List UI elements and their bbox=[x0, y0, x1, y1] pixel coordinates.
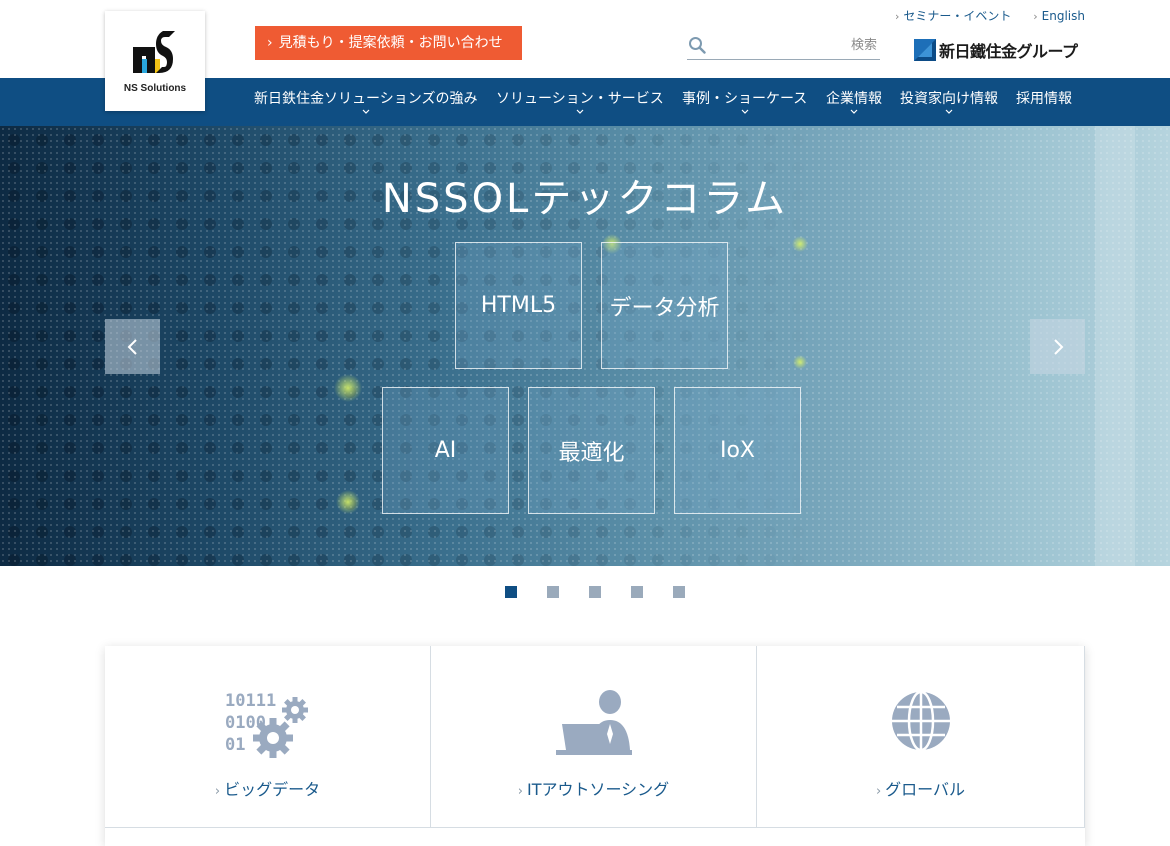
svg-text:01: 01 bbox=[225, 735, 245, 755]
english-link[interactable]: › English bbox=[1033, 9, 1085, 23]
search-icon[interactable] bbox=[688, 36, 706, 54]
nav-item-company[interactable]: 企業情報 bbox=[826, 78, 882, 126]
company-logo[interactable]: NS Solutions bbox=[105, 11, 205, 111]
hero-title: NSSOLテックコラム bbox=[381, 176, 789, 222]
chevron-left-icon bbox=[127, 338, 137, 355]
ns-logo-icon bbox=[133, 31, 175, 73]
globe-icon bbox=[891, 690, 950, 752]
chevron-right-icon bbox=[1053, 338, 1063, 355]
carousel-dot[interactable] bbox=[589, 586, 601, 598]
topic-tile-data-analysis[interactable]: データ分析 bbox=[601, 242, 728, 369]
service-card-bigdata[interactable]: 10111 0100 01 › ビッグデータ bbox=[105, 646, 431, 827]
service-card-label: › ビッグデータ bbox=[214, 780, 321, 799]
chevron-down-icon bbox=[362, 109, 370, 114]
chevron-right-icon: › bbox=[895, 10, 900, 23]
service-card-label: › ITアウトソーシング bbox=[517, 780, 670, 799]
chevron-down-icon bbox=[741, 109, 749, 114]
service-card-outsourcing[interactable]: › ITアウトソーシング bbox=[431, 646, 757, 827]
search-box bbox=[687, 30, 880, 60]
seminar-link[interactable]: › セミナー・イベント bbox=[895, 9, 1011, 23]
nav-item-strengths[interactable]: 新日鉄住金ソリューションズの強み bbox=[254, 78, 477, 126]
chevron-down-icon bbox=[850, 109, 858, 114]
carousel-prev-button[interactable] bbox=[105, 319, 160, 374]
carousel-dot[interactable] bbox=[547, 586, 559, 598]
utility-links: › セミナー・イベント › English bbox=[877, 7, 1085, 24]
person-laptop-icon bbox=[555, 690, 632, 755]
nav-item-solutions[interactable]: ソリューション・サービス bbox=[496, 78, 664, 126]
service-card-global[interactable]: › グローバル bbox=[757, 646, 1085, 827]
topic-tile-ai[interactable]: AI bbox=[382, 387, 509, 514]
chevron-down-icon bbox=[576, 109, 584, 114]
topic-tile-iox[interactable]: IoX bbox=[674, 387, 801, 514]
chevron-right-icon: › bbox=[517, 784, 523, 799]
svg-text:10111: 10111 bbox=[225, 691, 276, 711]
carousel-next-button[interactable] bbox=[1030, 319, 1085, 374]
chevron-right-icon: › bbox=[214, 784, 221, 799]
binary-gears-icon: 10111 0100 01 bbox=[225, 691, 308, 758]
hero-carousel: NSSOLテックコラム HTML5 データ分析 AI 最適化 IoX bbox=[0, 126, 1170, 566]
search-input[interactable] bbox=[713, 34, 877, 56]
logo-text: NS Solutions bbox=[123, 83, 187, 94]
card-divider bbox=[105, 827, 1085, 828]
group-logo[interactable]: 新日鐵住金グループ bbox=[914, 38, 1078, 61]
nav-item-investors[interactable]: 投資家向け情報 bbox=[900, 78, 998, 126]
nav-item-recruit[interactable]: 採用情報 bbox=[1016, 78, 1072, 126]
topic-tile-optimization[interactable]: 最適化 bbox=[528, 387, 655, 514]
inquiry-button-label: 見積もり・提案依頼・お問い合わせ bbox=[278, 35, 503, 51]
carousel-dot[interactable] bbox=[505, 586, 517, 598]
nav-item-cases[interactable]: 事例・ショーケース bbox=[682, 78, 807, 126]
chevron-right-icon: › bbox=[267, 35, 273, 51]
inquiry-button[interactable]: › 見積もり・提案依頼・お問い合わせ bbox=[255, 26, 522, 60]
service-card-label: › グローバル bbox=[875, 780, 966, 799]
service-cards: 10111 0100 01 › ビッグデータ › ITアウトソーシング › グロ… bbox=[105, 646, 1085, 846]
carousel-dot[interactable] bbox=[673, 586, 685, 598]
chevron-right-icon: › bbox=[1033, 10, 1038, 23]
group-mark-icon bbox=[914, 39, 936, 61]
chevron-right-icon: › bbox=[875, 784, 882, 799]
carousel-dot[interactable] bbox=[631, 586, 643, 598]
group-name: 新日鐵住金グループ bbox=[939, 42, 1078, 61]
topic-tile-html5[interactable]: HTML5 bbox=[455, 242, 582, 369]
chevron-down-icon bbox=[945, 109, 953, 114]
